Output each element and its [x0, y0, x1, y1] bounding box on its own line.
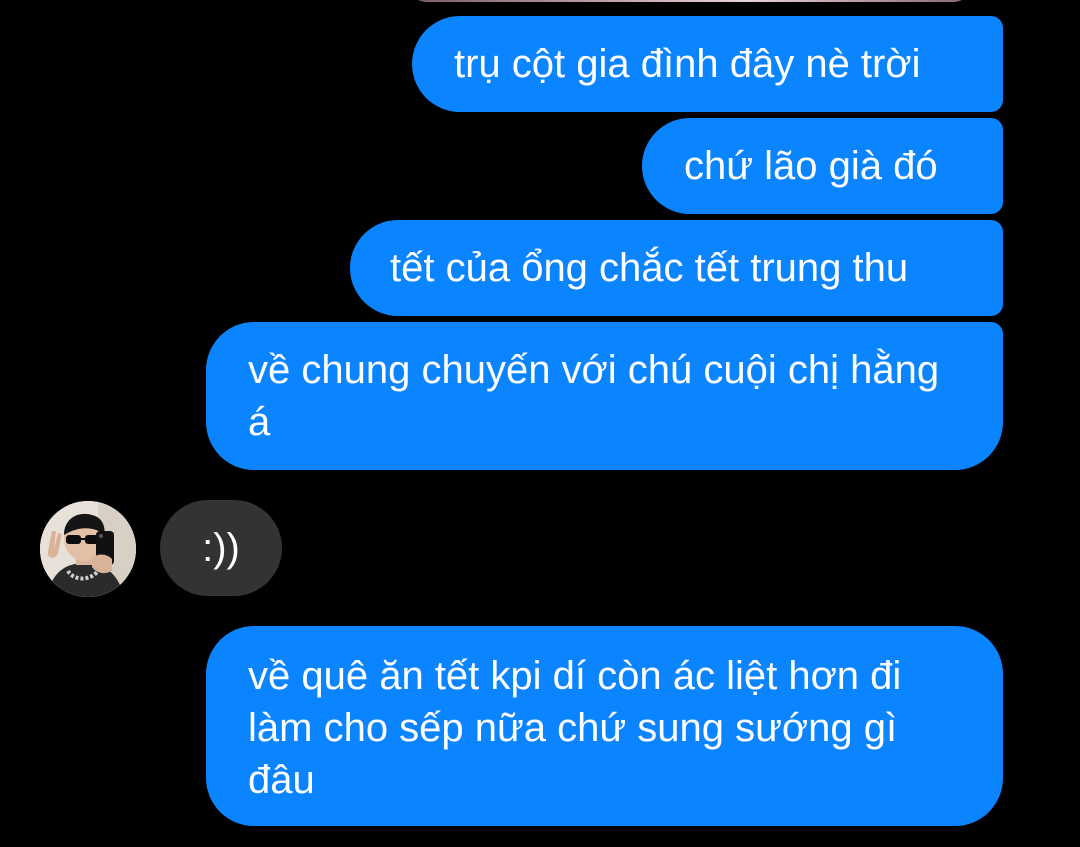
message-text: chứ lão già đó	[684, 144, 938, 188]
outgoing-message-bubble[interactable]: chứ lão già đó	[642, 118, 1003, 214]
contact-avatar[interactable]	[40, 501, 136, 597]
outgoing-message-bubble[interactable]: tết của ổng chắc tết trung thu	[350, 220, 1003, 316]
message-text: về quê ăn tết kpi dí còn ác liệt hơn đi …	[248, 654, 902, 802]
previous-media-attachment-edge[interactable]	[410, 0, 970, 2]
incoming-message-bubble[interactable]: :))	[160, 500, 282, 596]
message-text: trụ cột gia đình đây nè trời	[454, 42, 921, 86]
message-text: tết của ổng chắc tết trung thu	[390, 246, 909, 290]
message-text: về chung chuyến với chú cuội chị hằng á	[248, 348, 940, 444]
avatar-photo-icon	[40, 501, 136, 597]
outgoing-message-bubble[interactable]: trụ cột gia đình đây nè trời	[412, 16, 1003, 112]
message-text: :))	[202, 526, 240, 570]
outgoing-message-bubble[interactable]: về quê ăn tết kpi dí còn ác liệt hơn đi …	[206, 626, 1003, 826]
outgoing-message-bubble[interactable]: về chung chuyến với chú cuội chị hằng á	[206, 322, 1003, 470]
